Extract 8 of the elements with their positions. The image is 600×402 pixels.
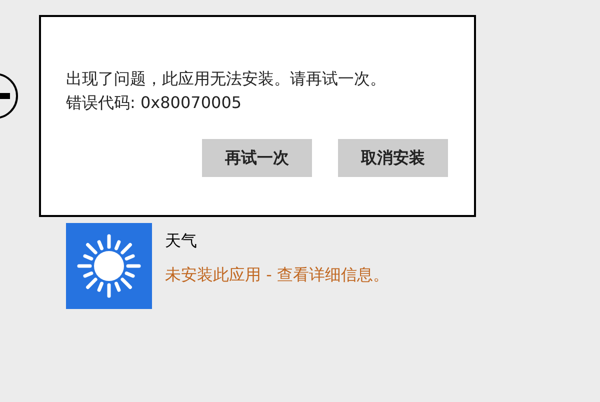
- app-name: 天气: [165, 230, 198, 252]
- app-tile[interactable]: [66, 223, 152, 309]
- error-message: 错误代码: 0x80070005: [66, 92, 243, 114]
- dialog-button[interactable]: 取消安装: [338, 139, 448, 177]
- minus-icon: [0, 93, 10, 99]
- error-message: 出现了问题，此应用无法安装。请再试一次。: [66, 68, 387, 90]
- sun-icon: [77, 234, 141, 298]
- dialog-button[interactable]: 再试一次: [202, 139, 312, 177]
